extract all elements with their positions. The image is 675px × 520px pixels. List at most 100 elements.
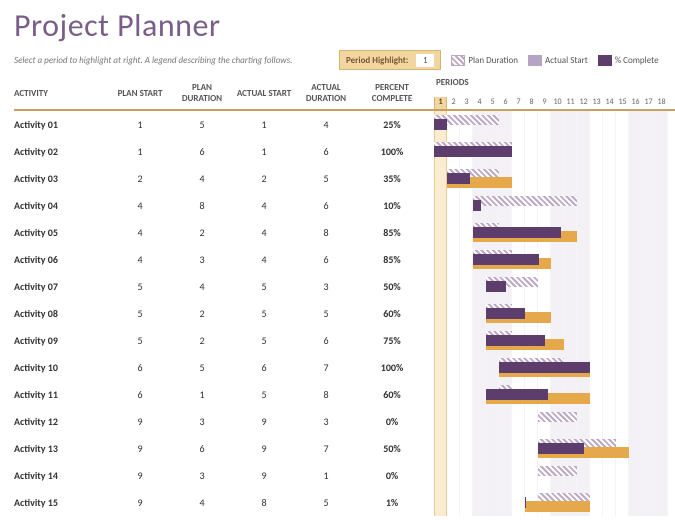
cell-actual-start[interactable]: 5: [233, 307, 295, 320]
table-row[interactable]: Activity 07545350%: [14, 273, 434, 300]
cell-percent-complete[interactable]: 35%: [357, 172, 427, 185]
cell-actual-start[interactable]: 4: [233, 226, 295, 239]
period-header-cell[interactable]: 8: [525, 97, 538, 109]
cell-plan-start[interactable]: 9: [109, 442, 171, 455]
period-header-cell[interactable]: 16: [629, 97, 642, 109]
period-header-cell[interactable]: 18: [655, 97, 668, 109]
cell-plan-start[interactable]: 5: [109, 334, 171, 347]
cell-activity[interactable]: Activity 01: [14, 118, 109, 131]
cell-actual-duration[interactable]: 6: [295, 199, 357, 212]
period-header-cell[interactable]: 15: [616, 97, 629, 109]
period-header-cell[interactable]: 10: [551, 97, 564, 109]
cell-activity[interactable]: Activity 10: [14, 361, 109, 374]
cell-plan-duration[interactable]: 3: [171, 469, 233, 482]
period-header-cell[interactable]: 12: [577, 97, 590, 109]
period-header-cell[interactable]: 5: [486, 97, 499, 109]
cell-activity[interactable]: Activity 15: [14, 496, 109, 509]
header-actual-duration[interactable]: ACTUAL DURATION: [295, 82, 357, 104]
cell-plan-duration[interactable]: 6: [171, 145, 233, 158]
cell-activity[interactable]: Activity 06: [14, 253, 109, 266]
period-header-cell[interactable]: 7: [512, 97, 525, 109]
cell-activity[interactable]: Activity 14: [14, 469, 109, 482]
period-header-cell[interactable]: 2: [447, 97, 460, 109]
header-plan-duration[interactable]: PLAN DURATION: [171, 82, 233, 104]
cell-plan-start[interactable]: 5: [109, 307, 171, 320]
cell-activity[interactable]: Activity 04: [14, 199, 109, 212]
cell-actual-duration[interactable]: 4: [295, 118, 357, 131]
cell-percent-complete[interactable]: 50%: [357, 280, 427, 293]
table-row[interactable]: Activity 08525560%: [14, 300, 434, 327]
cell-percent-complete[interactable]: 75%: [357, 334, 427, 347]
period-header-cell[interactable]: 3: [460, 97, 473, 109]
cell-actual-start[interactable]: 1: [233, 118, 295, 131]
cell-actual-start[interactable]: 5: [233, 280, 295, 293]
cell-actual-start[interactable]: 9: [233, 415, 295, 428]
table-row[interactable]: Activity 06434685%: [14, 246, 434, 273]
cell-activity[interactable]: Activity 11: [14, 388, 109, 401]
cell-percent-complete[interactable]: 85%: [357, 253, 427, 266]
cell-activity[interactable]: Activity 13: [14, 442, 109, 455]
cell-actual-duration[interactable]: 8: [295, 388, 357, 401]
period-header-cell[interactable]: 4: [473, 97, 486, 109]
cell-plan-start[interactable]: 4: [109, 253, 171, 266]
cell-plan-duration[interactable]: 2: [171, 307, 233, 320]
table-row[interactable]: Activity 04484610%: [14, 192, 434, 219]
cell-plan-duration[interactable]: 2: [171, 334, 233, 347]
cell-percent-complete[interactable]: 100%: [357, 361, 427, 374]
cell-actual-start[interactable]: 8: [233, 496, 295, 509]
cell-activity[interactable]: Activity 08: [14, 307, 109, 320]
cell-activity[interactable]: Activity 02: [14, 145, 109, 158]
cell-percent-complete[interactable]: 100%: [357, 145, 427, 158]
cell-plan-duration[interactable]: 8: [171, 199, 233, 212]
cell-actual-duration[interactable]: 3: [295, 415, 357, 428]
cell-plan-duration[interactable]: 5: [171, 361, 233, 374]
table-row[interactable]: Activity 13969750%: [14, 435, 434, 462]
cell-actual-duration[interactable]: 8: [295, 226, 357, 239]
table-row[interactable]: Activity 09525675%: [14, 327, 434, 354]
cell-percent-complete[interactable]: 60%: [357, 307, 427, 320]
cell-actual-start[interactable]: 5: [233, 334, 295, 347]
table-row[interactable]: Activity 1493910%: [14, 462, 434, 489]
table-row[interactable]: Activity 11615860%: [14, 381, 434, 408]
cell-percent-complete[interactable]: 1%: [357, 496, 427, 509]
cell-actual-duration[interactable]: 6: [295, 334, 357, 347]
cell-actual-duration[interactable]: 6: [295, 253, 357, 266]
cell-plan-start[interactable]: 9: [109, 496, 171, 509]
cell-percent-complete[interactable]: 10%: [357, 199, 427, 212]
cell-actual-start[interactable]: 4: [233, 199, 295, 212]
period-header-cell[interactable]: 1: [434, 97, 447, 109]
cell-plan-start[interactable]: 5: [109, 280, 171, 293]
cell-actual-start[interactable]: 6: [233, 361, 295, 374]
period-header-cell[interactable]: 13: [590, 97, 603, 109]
cell-actual-start[interactable]: 5: [233, 388, 295, 401]
cell-actual-duration[interactable]: 1: [295, 469, 357, 482]
cell-percent-complete[interactable]: 50%: [357, 442, 427, 455]
cell-plan-start[interactable]: 1: [109, 145, 171, 158]
cell-activity[interactable]: Activity 09: [14, 334, 109, 347]
header-percent-complete[interactable]: PERCENT COMPLETE: [357, 82, 427, 104]
cell-activity[interactable]: Activity 03: [14, 172, 109, 185]
cell-actual-start[interactable]: 2: [233, 172, 295, 185]
cell-actual-duration[interactable]: 7: [295, 442, 357, 455]
cell-actual-duration[interactable]: 7: [295, 361, 357, 374]
cell-plan-start[interactable]: 6: [109, 388, 171, 401]
cell-plan-duration[interactable]: 4: [171, 172, 233, 185]
header-plan-start[interactable]: PLAN START: [109, 88, 171, 99]
cell-actual-start[interactable]: 9: [233, 442, 295, 455]
table-row[interactable]: Activity 106567100%: [14, 354, 434, 381]
cell-actual-start[interactable]: 4: [233, 253, 295, 266]
period-highlight-value[interactable]: 1: [416, 54, 434, 67]
period-header-cell[interactable]: 9: [538, 97, 551, 109]
cell-plan-duration[interactable]: 4: [171, 496, 233, 509]
cell-plan-duration[interactable]: 1: [171, 388, 233, 401]
table-row[interactable]: Activity 03242535%: [14, 165, 434, 192]
cell-actual-duration[interactable]: 5: [295, 496, 357, 509]
header-activity[interactable]: ACTIVITY: [14, 88, 109, 99]
cell-plan-duration[interactable]: 3: [171, 253, 233, 266]
cell-plan-duration[interactable]: 4: [171, 280, 233, 293]
cell-percent-complete[interactable]: 25%: [357, 118, 427, 131]
table-row[interactable]: Activity 1594851%: [14, 489, 434, 516]
cell-actual-duration[interactable]: 3: [295, 280, 357, 293]
cell-plan-start[interactable]: 9: [109, 415, 171, 428]
cell-actual-duration[interactable]: 6: [295, 145, 357, 158]
